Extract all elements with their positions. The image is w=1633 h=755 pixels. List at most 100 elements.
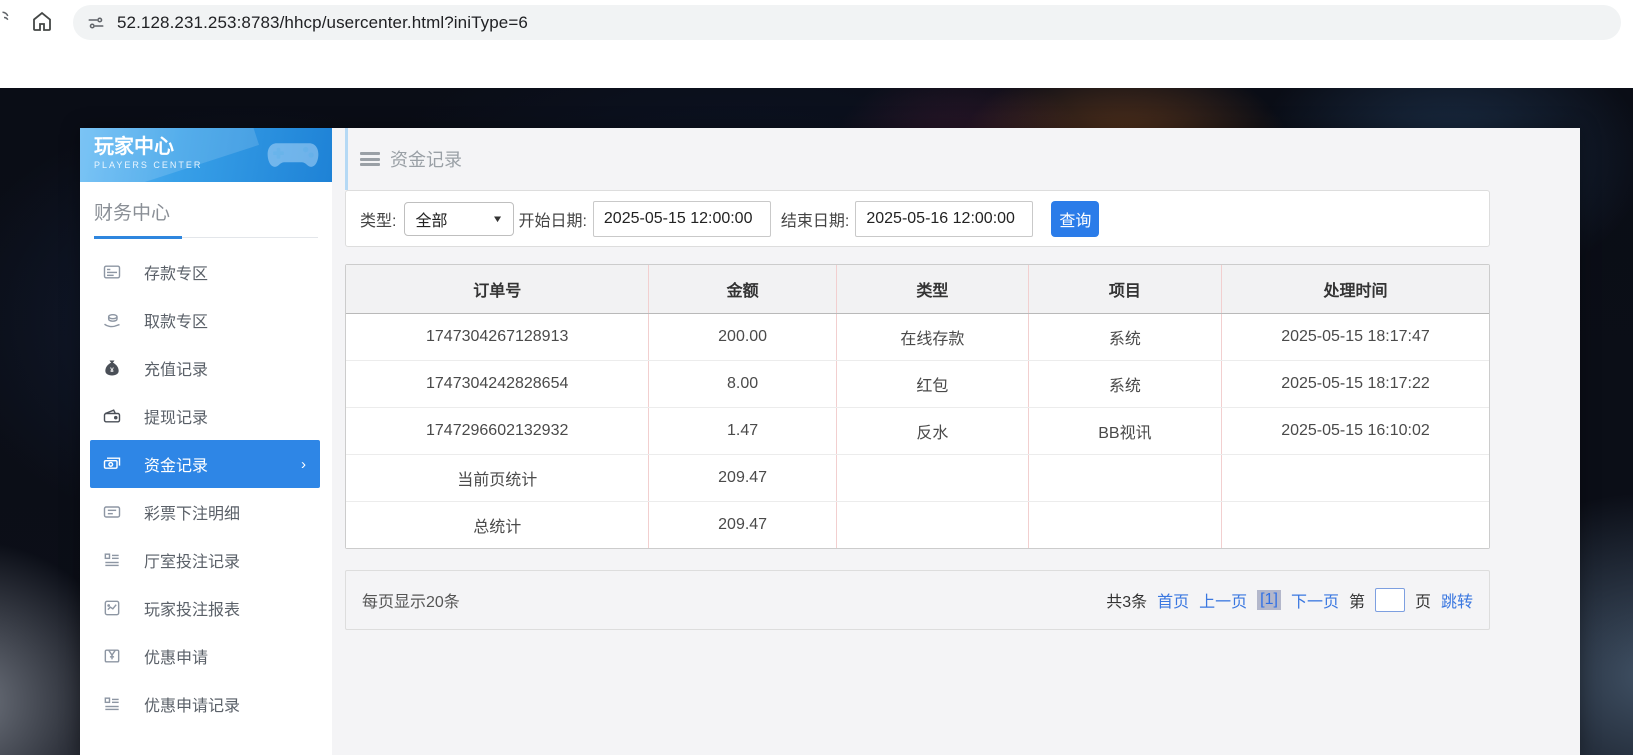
type-label: 类型:	[360, 212, 397, 230]
sidebar-item-funds-records[interactable]: 资金记录 ›	[90, 440, 320, 488]
table-header-row: 订单号 金额 类型 项目 处理时间	[346, 265, 1489, 314]
sidebar-item-player-report[interactable]: 玩家投注报表	[80, 584, 332, 632]
pagination-controls: 共3条 首页 上一页 [1] 下一页 第 页 跳转	[1106, 588, 1473, 612]
sidebar-item-deposit[interactable]: 存款专区	[80, 248, 332, 296]
player-center-panel: 玩家中心 PLAYERS CENTER 财务中心 存款专区 取款专区 ¥ 充值记…	[80, 128, 1580, 755]
table-row: 1747304267128913 200.00 在线存款 系统 2025-05-…	[346, 313, 1489, 361]
cell-page-total-label: 当前页统计	[346, 454, 650, 502]
banknotes-icon	[102, 454, 122, 474]
total-count-text: 共3条	[1106, 594, 1148, 611]
type-select[interactable]: 全部 ▼	[404, 201, 515, 236]
page-header: 资金记录	[345, 128, 1490, 190]
main-content: 资金记录 类型: 全部 ▼ 开始日期: 结束日期: 查询 订单号 金额 类型	[332, 128, 1580, 755]
cell-empty	[836, 454, 1029, 502]
sidebar-item-hall-bets[interactable]: 厅室投注记录	[80, 536, 332, 584]
cell-grand-total-label: 总统计	[346, 501, 650, 548]
col-process-time: 处理时间	[1221, 265, 1489, 314]
sidebar-item-label: 厅室投注记录	[144, 554, 241, 571]
cell-empty	[1221, 501, 1489, 548]
jump-prefix-text: 第	[1348, 594, 1365, 611]
extension-icon[interactable]	[0, 10, 10, 32]
address-bar[interactable]: 52.128.231.253:8783/hhcp/usercenter.html…	[73, 5, 1621, 40]
cell-order-no: 1747296602132932	[346, 407, 650, 455]
cell-process-time: 2025-05-15 16:10:02	[1221, 407, 1489, 455]
cell-empty	[1221, 454, 1489, 502]
table-row-page-total: 当前页统计 209.47	[346, 454, 1489, 502]
sidebar-item-lottery-bets[interactable]: 彩票下注明细	[80, 488, 332, 536]
jump-link[interactable]: 跳转	[1441, 588, 1473, 612]
list-icon	[102, 550, 122, 570]
records-table: 订单号 金额 类型 项目 处理时间 1747304267128913 200.0…	[345, 264, 1490, 549]
home-icon[interactable]	[30, 9, 56, 35]
sidebar-item-label: 提现记录	[144, 410, 209, 427]
table-row: 1747296602132932 1.47 反水 BB视讯 2025-05-15…	[346, 407, 1489, 455]
menu-toggle-icon	[360, 152, 380, 166]
current-page-indicator[interactable]: [1]	[1257, 590, 1281, 610]
gamepad-icon	[264, 136, 322, 174]
chevron-right-icon: ›	[301, 455, 306, 473]
sidebar-item-withdraw-records[interactable]: 提现记录	[80, 392, 332, 440]
query-button[interactable]: 查询	[1051, 200, 1100, 237]
col-amount: 金额	[648, 265, 837, 314]
cell-type: 在线存款	[836, 313, 1029, 361]
cell-page-total-amount: 209.47	[648, 454, 837, 502]
first-page-link[interactable]: 首页	[1157, 588, 1189, 612]
cell-empty	[1028, 454, 1223, 502]
cell-type: 红包	[836, 360, 1029, 408]
pagination-bar: 每页显示20条 共3条 首页 上一页 [1] 下一页 第 页 跳转	[345, 570, 1490, 630]
wallet-icon	[102, 406, 122, 426]
sidebar-logo: 玩家中心 PLAYERS CENTER	[80, 128, 332, 182]
deposit-icon	[102, 262, 122, 282]
prev-page-link[interactable]: 上一页	[1199, 588, 1247, 612]
sidebar-item-label: 优惠申请记录	[144, 698, 241, 715]
sidebar-item-withdraw[interactable]: 取款专区	[80, 296, 332, 344]
withdraw-icon	[102, 310, 122, 330]
cell-order-no: 1747304242828654	[346, 360, 650, 408]
sidebar-item-label: 取款专区	[144, 314, 209, 331]
sidebar-item-recharge-records[interactable]: ¥ 充值记录	[80, 344, 332, 392]
table-row-grand-total: 总统计 209.47	[346, 501, 1489, 548]
cell-item: 系统	[1028, 360, 1223, 408]
filter-bar: 类型: 全部 ▼ 开始日期: 结束日期: 查询	[345, 190, 1490, 247]
sidebar-item-label: 充值记录	[144, 362, 209, 379]
start-date-input[interactable]	[592, 200, 771, 237]
type-select-value: 全部	[415, 212, 448, 230]
sidebar-item-label: 玩家投注报表	[144, 602, 241, 619]
end-date-input[interactable]	[855, 200, 1034, 237]
sidebar: 玩家中心 PLAYERS CENTER 财务中心 存款专区 取款专区 ¥ 充值记…	[80, 128, 332, 755]
col-type: 类型	[836, 265, 1029, 314]
svg-text:¥: ¥	[110, 367, 114, 374]
site-info-icon[interactable]	[87, 14, 105, 32]
chevron-down-icon: ▼	[491, 212, 504, 225]
chart-icon	[102, 598, 122, 618]
cell-item: 系统	[1028, 313, 1223, 361]
cell-empty	[1028, 501, 1223, 548]
cell-amount: 1.47	[648, 407, 837, 455]
page-title: 资金记录	[390, 150, 462, 170]
cell-amount: 200.00	[648, 313, 837, 361]
url-text: 52.128.231.253:8783/hhcp/usercenter.html…	[117, 12, 528, 32]
sidebar-menu: 存款专区 取款专区 ¥ 充值记录 提现记录 资金记录 › 彩票下注明细 厅室投注…	[80, 248, 332, 728]
sidebar-item-label: 彩票下注明细	[144, 506, 241, 523]
bet-detail-icon	[102, 502, 122, 522]
next-page-link[interactable]: 下一页	[1291, 588, 1339, 612]
page-size-text: 每页显示20条	[362, 594, 460, 611]
cell-item: BB视讯	[1028, 407, 1223, 455]
col-item: 项目	[1028, 265, 1223, 314]
sidebar-item-label: 优惠申请	[144, 650, 209, 667]
browser-toolbar: 52.128.231.253:8783/hhcp/usercenter.html…	[0, 0, 1633, 45]
section-divider	[94, 236, 318, 239]
sidebar-item-label: 资金记录	[144, 458, 209, 475]
jump-suffix-text: 页	[1414, 594, 1431, 611]
page-jump-input[interactable]	[1374, 588, 1405, 612]
cell-process-time: 2025-05-15 18:17:22	[1221, 360, 1489, 408]
col-order-no: 订单号	[346, 265, 650, 314]
cell-empty	[836, 501, 1029, 548]
sidebar-item-promo-apply[interactable]: 优惠申请	[80, 632, 332, 680]
sidebar-item-label: 存款专区	[144, 266, 209, 283]
cell-amount: 8.00	[648, 360, 837, 408]
table-row: 1747304242828654 8.00 红包 系统 2025-05-15 1…	[346, 360, 1489, 408]
sidebar-item-promo-records[interactable]: 优惠申请记录	[80, 680, 332, 728]
section-title: 财务中心	[94, 203, 171, 224]
start-date-label: 开始日期:	[518, 212, 587, 230]
